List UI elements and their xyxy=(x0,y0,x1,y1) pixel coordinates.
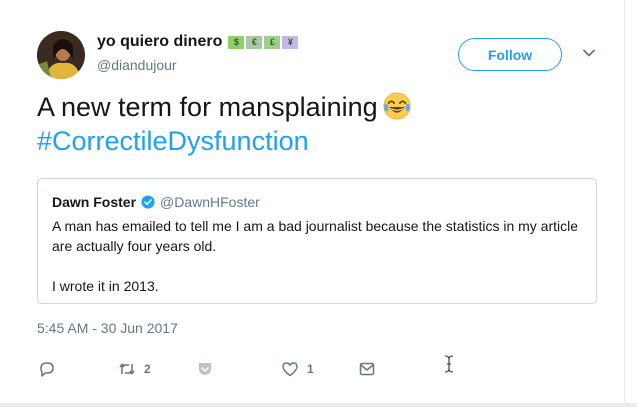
text-cursor-icon xyxy=(444,355,454,373)
heart-icon xyxy=(282,362,298,377)
reply-icon xyxy=(40,362,54,377)
tears-of-joy-emoji-icon xyxy=(383,92,411,120)
retweet-button[interactable]: 2 xyxy=(118,360,151,378)
bookmark-icon xyxy=(199,363,211,375)
pound-bill-icon: £ xyxy=(264,35,281,49)
direct-message-button[interactable] xyxy=(358,360,376,378)
retweet-count: 2 xyxy=(144,362,151,376)
quoted-author-handle: @DawnHFoster xyxy=(160,194,260,210)
quoted-tweet-body: A man has emailed to tell me I am a bad … xyxy=(52,216,587,296)
quoted-line-1: A man has emailed to tell me I am a bad … xyxy=(52,218,579,254)
yen-bill-icon: ¥ xyxy=(282,35,299,49)
quoted-tweet[interactable]: Dawn Foster @DawnHFoster A man has email… xyxy=(37,178,597,304)
euro-bill-icon: € xyxy=(246,35,263,49)
money-emoji-group: $ € £ ¥ xyxy=(228,35,299,49)
reply-button[interactable] xyxy=(38,360,56,378)
follow-button[interactable]: Follow xyxy=(458,38,562,71)
author-name-row: yo quiero dinero $ € £ ¥ xyxy=(97,33,299,51)
like-count: 1 xyxy=(307,362,314,376)
retweet-icon xyxy=(119,363,135,375)
dollar-bill-icon: $ xyxy=(228,35,245,49)
author-display-name[interactable]: yo quiero dinero xyxy=(97,33,222,51)
save-button[interactable] xyxy=(196,360,214,378)
hashtag-link[interactable]: #CorrectileDysfunction xyxy=(37,124,412,158)
quoted-author-name: Dawn Foster xyxy=(52,194,137,210)
author-avatar[interactable] xyxy=(37,31,85,79)
tweet-body-text: A new term for mansplaining xyxy=(37,92,378,122)
envelope-icon xyxy=(359,362,375,376)
like-button[interactable]: 1 xyxy=(281,360,314,378)
author-handle[interactable]: @diandujour xyxy=(97,57,177,73)
chevron-down-icon[interactable] xyxy=(581,45,597,61)
tweet-timestamp[interactable]: 5:45 AM - 30 Jun 2017 xyxy=(37,320,178,336)
tweet-text: A new term for mansplaining #CorrectileD… xyxy=(37,90,412,158)
verified-badge-icon xyxy=(141,195,155,209)
quoted-tweet-header: Dawn Foster @DawnHFoster xyxy=(52,194,260,210)
bottom-divider xyxy=(0,403,637,407)
quoted-line-2: I wrote it in 2013. xyxy=(52,278,159,294)
tweet-card: yo quiero dinero $ € £ ¥ @diandujour Fol… xyxy=(0,0,625,407)
